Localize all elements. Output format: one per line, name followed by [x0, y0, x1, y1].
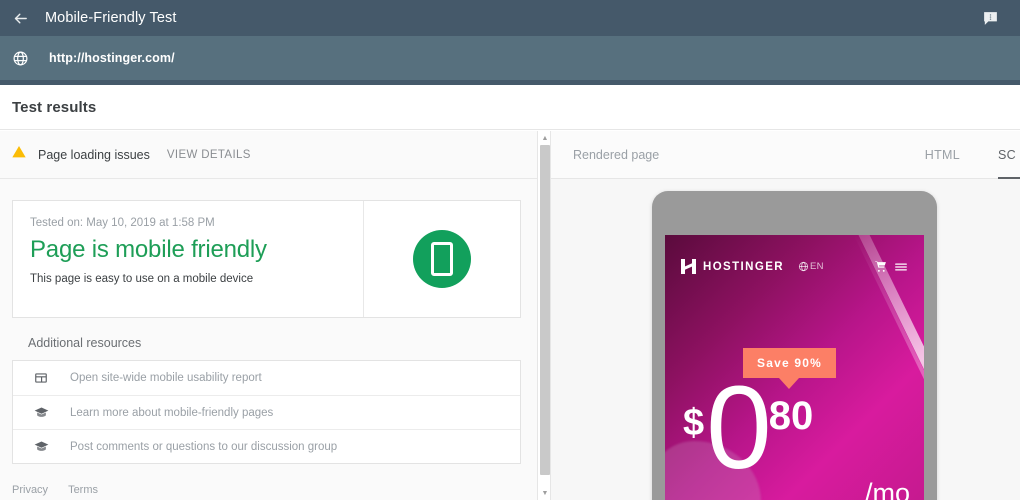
- list-item-label: Post comments or questions to our discus…: [70, 440, 338, 453]
- price-cents: 80: [768, 394, 814, 438]
- graduation-cap-icon: [30, 439, 52, 454]
- app-bar: Mobile-Friendly Test: [0, 0, 1020, 36]
- graduation-cap-icon: [30, 405, 52, 420]
- footer-links: Privacy Terms: [12, 484, 98, 496]
- scroll-down-arrow-icon[interactable]: ▼: [538, 486, 552, 500]
- results-heading-bar: Test results: [0, 85, 1020, 130]
- results-panel: Page loading issues VIEW DETAILS Tested …: [0, 131, 537, 500]
- results-panel-scrollbar[interactable]: ▲ ▼: [537, 131, 551, 500]
- hostinger-logo-icon: [681, 259, 696, 274]
- preview-panel: Rendered page HTML SC HOSTINGER EN Save …: [551, 131, 1020, 500]
- language-label: EN: [809, 261, 824, 272]
- price-currency: $: [683, 402, 705, 444]
- list-item[interactable]: Learn more about mobile-friendly pages: [13, 395, 520, 429]
- page-loading-issues-bar: Page loading issues VIEW DETAILS: [0, 131, 537, 179]
- app-title: Mobile-Friendly Test: [45, 10, 177, 26]
- phone-preview-stage: HOSTINGER EN Save 90% $ 0 80 /mo: [551, 179, 1020, 500]
- main-split: Page loading issues VIEW DETAILS Tested …: [0, 131, 1020, 500]
- tab-html[interactable]: HTML: [925, 131, 960, 179]
- price-whole: 0: [706, 362, 772, 494]
- list-item-label: Learn more about mobile-friendly pages: [70, 406, 274, 419]
- globe-icon: [798, 261, 809, 272]
- hamburger-menu-icon[interactable]: [894, 260, 908, 274]
- phone-glyph: [431, 242, 453, 276]
- phone-mockup: HOSTINGER EN Save 90% $ 0 80 /mo: [652, 191, 937, 500]
- list-item[interactable]: Open site-wide mobile usability report: [13, 361, 520, 395]
- result-card-body: Tested on: May 10, 2019 at 1:58 PM Page …: [13, 201, 364, 317]
- list-item-label: Open site-wide mobile usability report: [70, 372, 262, 384]
- warning-text: Page loading issues: [38, 147, 150, 162]
- page-title: Test results: [12, 98, 97, 116]
- terms-link[interactable]: Terms: [68, 484, 98, 496]
- url-bar[interactable]: http://hostinger.com/: [0, 36, 1020, 80]
- brand-name: HOSTINGER: [703, 260, 784, 273]
- url-text: http://hostinger.com/: [49, 51, 175, 65]
- tested-on-text: Tested on: May 10, 2019 at 1:58 PM: [30, 217, 215, 229]
- logo-bar: [682, 262, 695, 271]
- price-block: $ 0 80 /mo: [683, 362, 910, 500]
- result-card: Tested on: May 10, 2019 at 1:58 PM Page …: [12, 200, 521, 318]
- language-selector[interactable]: EN: [798, 261, 824, 272]
- globe-icon: [0, 36, 40, 80]
- feedback-icon[interactable]: [972, 0, 1008, 36]
- phone-screen: HOSTINGER EN Save 90% $ 0 80 /mo: [665, 235, 924, 500]
- preview-site-header: HOSTINGER EN: [665, 259, 924, 274]
- scroll-up-arrow-icon[interactable]: ▲: [538, 131, 552, 145]
- additional-resources-title: Additional resources: [28, 336, 142, 350]
- mobile-phone-icon: [413, 230, 471, 288]
- back-arrow-icon[interactable]: [0, 0, 40, 36]
- tab-screenshot[interactable]: SC: [998, 131, 1020, 179]
- preview-tabs: Rendered page HTML SC: [551, 131, 1020, 179]
- result-badge-area: [364, 201, 520, 317]
- privacy-link[interactable]: Privacy: [12, 484, 48, 496]
- mobile-friendly-test-app: Mobile-Friendly Test http://hostinger.co…: [0, 0, 1020, 500]
- price-period: /mo: [865, 478, 911, 500]
- shopping-cart-icon[interactable]: [874, 260, 887, 273]
- additional-resources-list: Open site-wide mobile usability report L…: [12, 360, 521, 464]
- screen-light-streak: [832, 235, 924, 500]
- tab-rendered-page[interactable]: Rendered page: [573, 131, 659, 179]
- warning-triangle-icon: [11, 144, 27, 165]
- list-item[interactable]: Post comments or questions to our discus…: [13, 429, 520, 463]
- view-details-button[interactable]: VIEW DETAILS: [167, 149, 251, 161]
- scrollbar-thumb[interactable]: [540, 145, 550, 475]
- verdict-title: Page is mobile friendly: [30, 236, 267, 263]
- report-table-icon: [30, 371, 52, 385]
- verdict-subtitle: This page is easy to use on a mobile dev…: [30, 273, 254, 285]
- header-icons: [874, 260, 908, 274]
